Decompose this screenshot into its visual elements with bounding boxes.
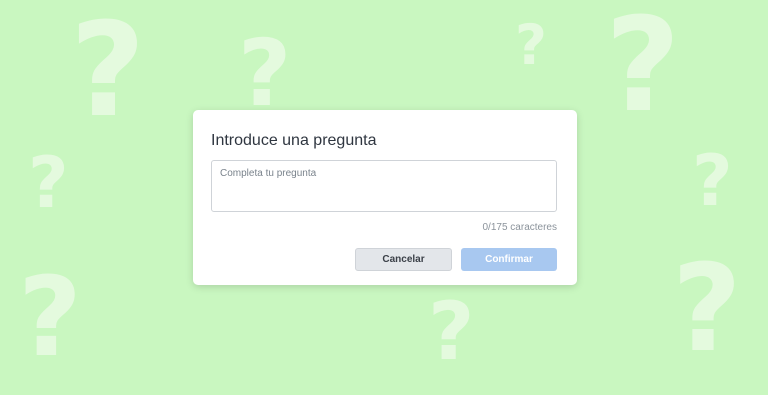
question-input-placeholder: Completa tu pregunta (220, 168, 317, 179)
question-mark-icon: ? (70, 0, 146, 146)
question-mark-icon: ? (605, 0, 681, 141)
question-mark-icon: ? (238, 20, 292, 127)
question-mark-icon: ? (18, 253, 82, 381)
confirm-button[interactable]: Confirmar (461, 248, 557, 271)
question-mark-icon: ? (515, 13, 547, 77)
question-input[interactable]: Completa tu pregunta (211, 160, 557, 212)
dialog-title: Introduce una pregunta (211, 132, 377, 149)
question-mark-icon: ? (428, 285, 475, 378)
character-counter: 0/175 caracteres (482, 222, 558, 233)
cancel-button[interactable]: Cancelar (355, 248, 452, 271)
question-dialog: Introduce una pregunta Completa tu pregu… (193, 110, 577, 285)
question-mark-icon: ? (28, 142, 69, 224)
question-mark-icon: ? (692, 140, 733, 222)
question-mark-icon: ? (672, 240, 742, 379)
